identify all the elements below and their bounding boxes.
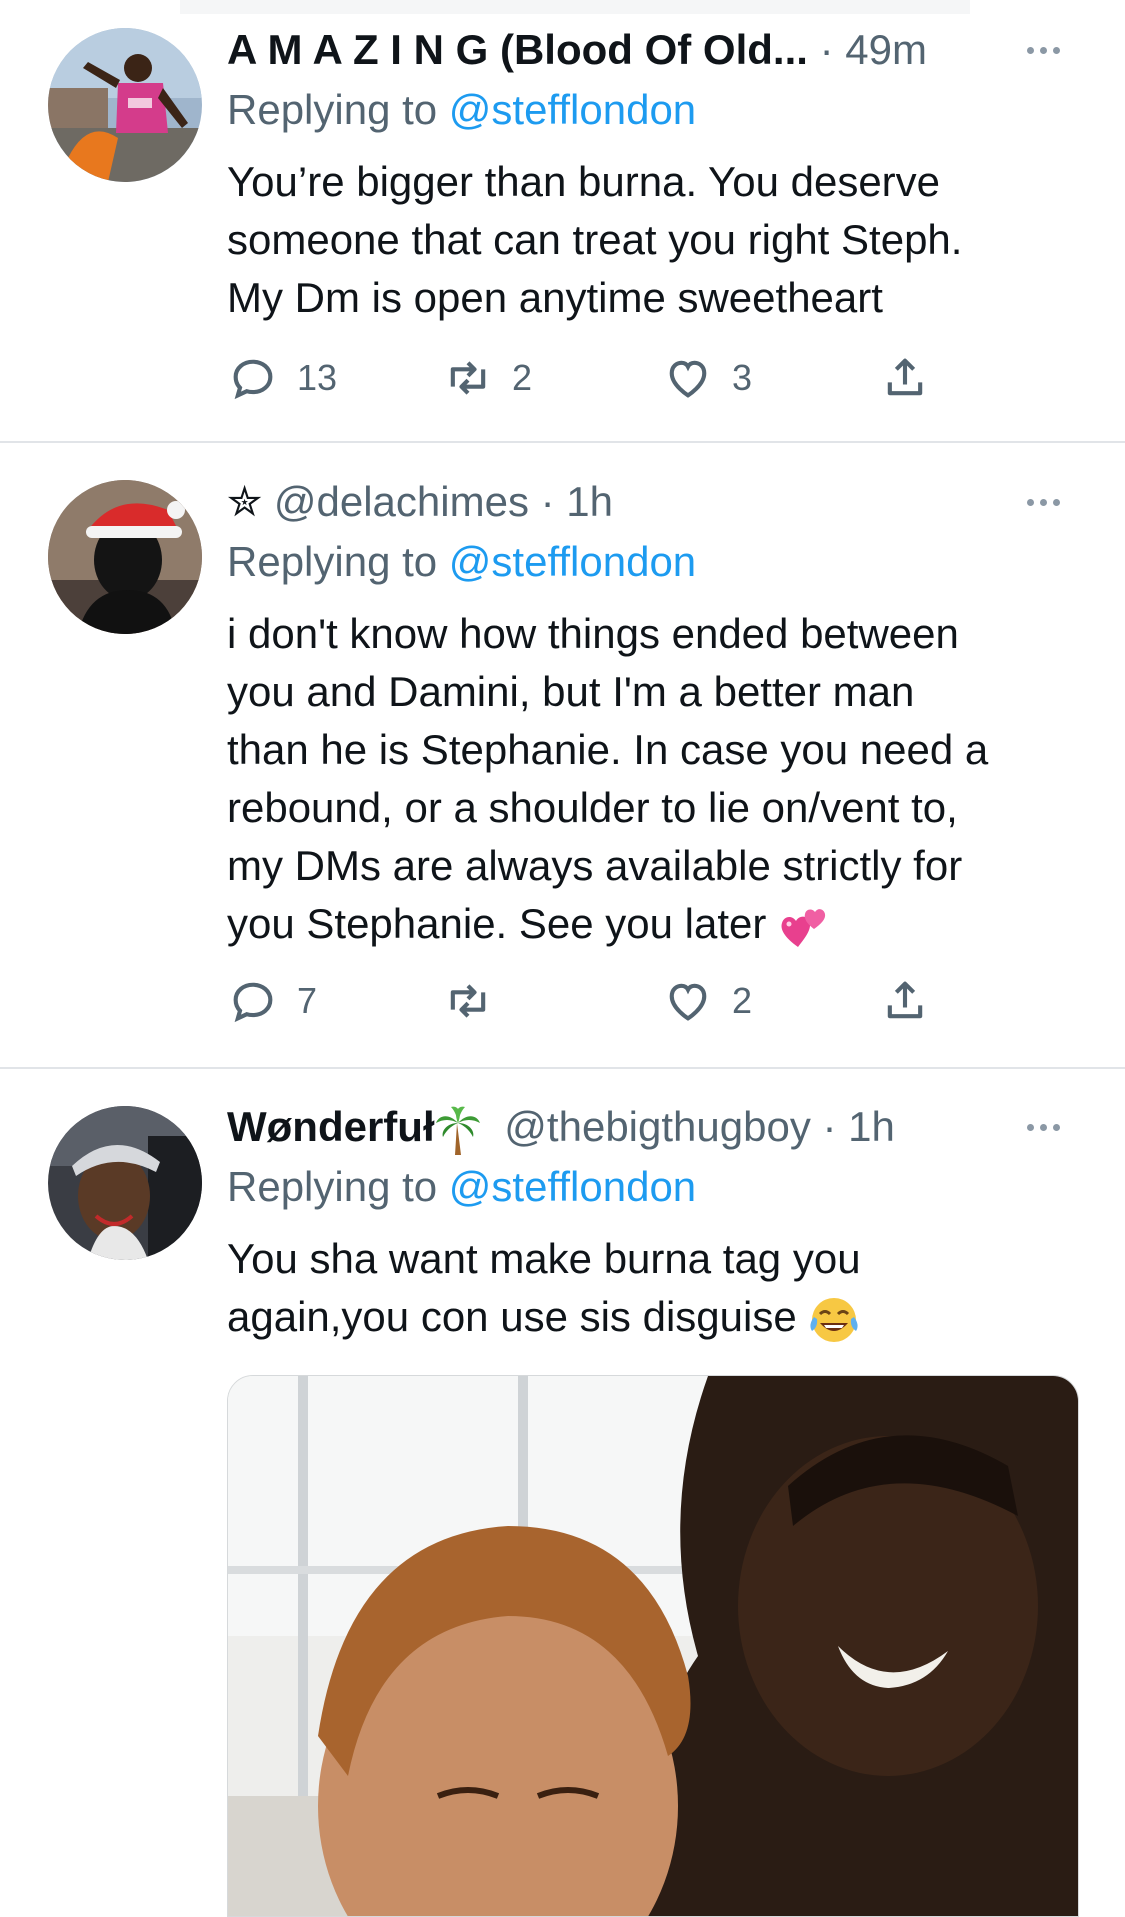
- mention-link[interactable]: @stefflondon: [449, 538, 696, 585]
- tweet-text: You’re bigger than burna. You deserve so…: [227, 153, 1087, 327]
- more-horizontal-icon[interactable]: [1013, 1107, 1073, 1147]
- reply-bubble-icon: [233, 982, 273, 1023]
- text-line: than he is Stephanie. In case you need a: [227, 726, 989, 773]
- tweet-media-photo[interactable]: [227, 1375, 1079, 1917]
- user-handle[interactable]: @delachimes: [274, 478, 529, 525]
- tweet-divider: [0, 1067, 1125, 1069]
- display-name[interactable]: ✮: [227, 478, 262, 525]
- tweet-divider: [0, 441, 1125, 443]
- more-horizontal-icon[interactable]: [1013, 482, 1073, 522]
- share-button[interactable]: [879, 971, 931, 1031]
- text-line: my DMs are always available strictly for: [227, 842, 963, 889]
- share-upload-icon: [887, 981, 923, 1019]
- retweet-icon: [450, 361, 486, 395]
- text-line: you and Damini, but I'm a better man: [227, 668, 915, 715]
- tweet-text: i don't know how things ended between yo…: [227, 605, 1087, 953]
- top-scroll-edge: [180, 0, 970, 14]
- reply-button[interactable]: 7: [227, 971, 317, 1031]
- heart-icon: [669, 983, 707, 1021]
- replying-to: Replying to @stefflondon: [227, 80, 696, 140]
- tweet-text: You sha want make burna tag you again,yo…: [227, 1230, 1087, 1346]
- tweet-header: ✮ @delachimes · 1h: [227, 472, 1027, 532]
- reply-bubble-icon: [233, 359, 273, 400]
- action-bar: 13 2 3: [227, 348, 947, 408]
- heart-icon: [669, 360, 707, 398]
- retweet-icon: [450, 984, 486, 1018]
- retweet-button[interactable]: 2: [442, 348, 532, 408]
- replying-to: Replying to @stefflondon: [227, 532, 696, 592]
- like-count: 3: [732, 357, 753, 398]
- replying-prefix: Replying to: [227, 538, 438, 585]
- share-button[interactable]: [879, 348, 931, 408]
- avatar[interactable]: [48, 480, 202, 634]
- mention-link[interactable]: @stefflondon: [449, 86, 696, 133]
- text-line-with-emoji: again,you con use sis disguise: [227, 1288, 1087, 1346]
- replying-prefix: Replying to: [227, 86, 438, 133]
- share-upload-icon: [887, 358, 923, 396]
- like-button[interactable]: 2: [662, 971, 752, 1031]
- replying-prefix: Replying to: [227, 1163, 438, 1210]
- text-line: rebound, or a shoulder to lie on/vent to…: [227, 784, 958, 831]
- tears-of-joy-emoji: [810, 1297, 858, 1342]
- timestamp[interactable]: 49m: [845, 26, 927, 73]
- separator-dot: ·: [822, 1103, 837, 1150]
- replying-to: Replying to @stefflondon: [227, 1157, 696, 1217]
- text-line: you Stephanie. See you later: [227, 900, 767, 947]
- text-line: i don't know how things ended between: [227, 610, 959, 657]
- text-line: You’re bigger than burna. You deserve: [227, 158, 941, 205]
- text-line-with-emoji: you Stephanie. See you later: [227, 895, 1087, 953]
- more-horizontal-icon[interactable]: [1013, 30, 1073, 70]
- reply-count: 7: [297, 980, 318, 1021]
- separator-dot: ·: [819, 26, 834, 73]
- tweet-header: Wønderfuł @thebigthugboy · 1h: [227, 1097, 1027, 1157]
- separator-dot: ·: [540, 478, 555, 525]
- avatar[interactable]: [48, 28, 202, 182]
- tweet-header: A M A Z I N G (Blood Of Old... · 49m: [227, 20, 1027, 80]
- palm-tree-emoji: [435, 1106, 480, 1155]
- user-handle[interactable]: @thebigthugboy: [504, 1103, 811, 1150]
- text-line: someone that can treat you right Steph.: [227, 216, 963, 263]
- like-button[interactable]: 3: [662, 348, 752, 408]
- reply-button[interactable]: 13: [227, 348, 337, 408]
- two-hearts-emoji: [781, 909, 826, 947]
- avatar[interactable]: [48, 1106, 202, 1260]
- mention-link[interactable]: @stefflondon: [449, 1163, 696, 1210]
- text-line: My Dm is open anytime sweetheart: [227, 274, 883, 321]
- action-bar: 7 2: [227, 971, 947, 1031]
- reply-count: 13: [297, 357, 338, 398]
- timestamp[interactable]: 1h: [848, 1103, 895, 1150]
- retweet-count: 2: [512, 357, 533, 398]
- timestamp[interactable]: 1h: [566, 478, 613, 525]
- text-line: again,you con use sis disguise: [227, 1293, 797, 1340]
- retweet-button[interactable]: [442, 971, 512, 1031]
- display-name[interactable]: Wønderfuł: [227, 1103, 435, 1150]
- like-count: 2: [732, 980, 753, 1021]
- text-line: You sha want make burna tag you: [227, 1235, 861, 1282]
- display-name[interactable]: A M A Z I N G (Blood Of Old...: [227, 26, 808, 73]
